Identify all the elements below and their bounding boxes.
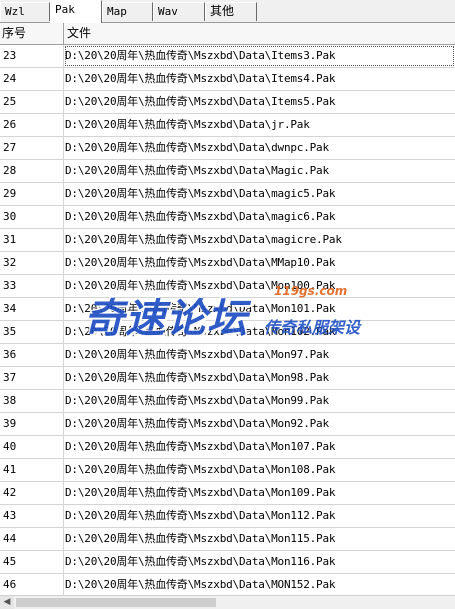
table-header: 序号 文件: [0, 23, 455, 45]
scroll-left-arrow-icon[interactable]: ◀: [0, 596, 14, 609]
row-index: 36: [0, 344, 64, 366]
row-index: 23: [0, 45, 64, 67]
row-file-path: D:\20\20周年\热血传奇\Mszxbd\Data\Mon97.Pak: [65, 348, 329, 361]
file-list[interactable]: 23 D:\20\20周年\热血传奇\Mszxbd\Data\Items3.Pak…: [0, 45, 455, 595]
table-row[interactable]: 27 D:\20\20周年\热血传奇\Mszxbd\Data\dwnpc.Pak: [0, 137, 455, 160]
row-file-path: D:\20\20周年\热血传奇\Mszxbd\Data\MMap10.Pak: [65, 256, 336, 269]
row-index: 26: [0, 114, 64, 136]
table-row[interactable]: 43 D:\20\20周年\热血传奇\Mszxbd\Data\Mon112.Pak: [0, 505, 455, 528]
row-index: 25: [0, 91, 64, 113]
table-row[interactable]: 42 D:\20\20周年\热血传奇\Mszxbd\Data\Mon109.Pak: [0, 482, 455, 505]
row-file-path: D:\20\20周年\热血传奇\Mszxbd\Data\Mon108.Pak: [65, 463, 336, 476]
row-file-path: D:\20\20周年\热血传奇\Mszxbd\Data\Mon109.Pak: [65, 486, 336, 499]
row-index: 27: [0, 137, 64, 159]
row-file-path: D:\20\20周年\热血传奇\Mszxbd\Data\Mon107.Pak: [65, 440, 336, 453]
tab-pak[interactable]: Pak: [50, 0, 102, 23]
table-row[interactable]: 33 D:\20\20周年\热血传奇\Mszxbd\Data\Mon100.Pak: [0, 275, 455, 298]
row-file-path: D:\20\20周年\热血传奇\Mszxbd\Data\Mon101.Pak: [65, 302, 336, 315]
table-row[interactable]: 41 D:\20\20周年\热血传奇\Mszxbd\Data\Mon108.Pak: [0, 459, 455, 482]
tab-wzl[interactable]: Wzl: [0, 2, 50, 21]
row-index: 38: [0, 390, 64, 412]
table-row[interactable]: 32 D:\20\20周年\热血传奇\Mszxbd\Data\MMap10.Pak: [0, 252, 455, 275]
row-file-path: D:\20\20周年\热血传奇\Mszxbd\Data\Mon112.Pak: [65, 509, 336, 522]
row-index: 24: [0, 68, 64, 90]
row-file-path: D:\20\20周年\热血传奇\Mszxbd\Data\Mon92.Pak: [65, 417, 329, 430]
row-file-path: D:\20\20周年\热血传奇\Mszxbd\Data\Mon116.Pak: [65, 555, 336, 568]
table-row[interactable]: 46 D:\20\20周年\热血传奇\Mszxbd\Data\MON152.Pak: [0, 574, 455, 595]
row-file-path: D:\20\20周年\热血传奇\Mszxbd\Data\dwnpc.Pak: [65, 141, 329, 154]
row-index: 35: [0, 321, 64, 343]
tab-map[interactable]: Map: [102, 2, 153, 21]
tab-label: Map: [107, 5, 127, 18]
row-file-path: D:\20\20周年\热血传奇\Mszxbd\Data\Items4.Pak: [65, 72, 336, 85]
row-index: 32: [0, 252, 64, 274]
row-index: 45: [0, 551, 64, 573]
row-index: 31: [0, 229, 64, 251]
table-row[interactable]: 35 D:\20\20周年\热血传奇\Mszxbd\Data\Mon102.Pak: [0, 321, 455, 344]
tab-label: Wzl: [5, 5, 25, 18]
row-file-path: D:\20\20周年\热血传奇\Mszxbd\Data\jr.Pak: [65, 118, 310, 131]
row-index: 33: [0, 275, 64, 297]
row-index: 40: [0, 436, 64, 458]
table-row[interactable]: 24 D:\20\20周年\热血传奇\Mszxbd\Data\Items4.Pak: [0, 68, 455, 91]
table-row[interactable]: 40 D:\20\20周年\热血传奇\Mszxbd\Data\Mon107.Pak: [0, 436, 455, 459]
tab-bar: Wzl Pak Map Wav 其他: [0, 0, 455, 23]
row-index: 46: [0, 574, 64, 595]
row-file-path: D:\20\20周年\热血传奇\Mszxbd\Data\Mon102.Pak: [65, 325, 336, 338]
table-row[interactable]: 38 D:\20\20周年\热血传奇\Mszxbd\Data\Mon99.Pak: [0, 390, 455, 413]
row-file-path: D:\20\20周年\热血传奇\Mszxbd\Data\MON152.Pak: [65, 578, 336, 591]
row-index: 39: [0, 413, 64, 435]
row-file-path: D:\20\20周年\热血传奇\Mszxbd\Data\magicre.Pak: [65, 233, 342, 246]
row-file-path: D:\20\20周年\热血传奇\Mszxbd\Data\Magic.Pak: [65, 164, 329, 177]
row-index: 44: [0, 528, 64, 550]
column-header-file[interactable]: 文件: [64, 23, 455, 44]
row-file-path: D:\20\20周年\热血传奇\Mszxbd\Data\Mon98.Pak: [65, 371, 329, 384]
row-file-path: D:\20\20周年\热血传奇\Mszxbd\Data\Mon115.Pak: [65, 532, 336, 545]
table-row[interactable]: 28 D:\20\20周年\热血传奇\Mszxbd\Data\Magic.Pak: [0, 160, 455, 183]
row-index: 30: [0, 206, 64, 228]
tab-label: Pak: [55, 3, 75, 16]
row-index: 41: [0, 459, 64, 481]
table-row[interactable]: 39 D:\20\20周年\热血传奇\Mszxbd\Data\Mon92.Pak: [0, 413, 455, 436]
row-file-path: D:\20\20周年\热血传奇\Mszxbd\Data\magic5.Pak: [65, 187, 336, 200]
row-index: 37: [0, 367, 64, 389]
horizontal-scrollbar[interactable]: ◀: [0, 595, 455, 609]
row-file-path: D:\20\20周年\热血传奇\Mszxbd\Data\Items5.Pak: [65, 95, 336, 108]
table-row[interactable]: 23 D:\20\20周年\热血传奇\Mszxbd\Data\Items3.Pak: [0, 45, 455, 68]
tab-wav[interactable]: Wav: [153, 2, 205, 21]
table-row[interactable]: 36 D:\20\20周年\热血传奇\Mszxbd\Data\Mon97.Pak: [0, 344, 455, 367]
table-row[interactable]: 45 D:\20\20周年\热血传奇\Mszxbd\Data\Mon116.Pak: [0, 551, 455, 574]
tab-label: 其他: [210, 4, 235, 18]
row-index: 42: [0, 482, 64, 504]
scrollbar-thumb[interactable]: [16, 598, 216, 607]
table-row[interactable]: 44 D:\20\20周年\热血传奇\Mszxbd\Data\Mon115.Pak: [0, 528, 455, 551]
row-index: 28: [0, 160, 64, 182]
row-file-path: D:\20\20周年\热血传奇\Mszxbd\Data\Items3.Pak: [64, 45, 455, 67]
table-row[interactable]: 31 D:\20\20周年\热血传奇\Mszxbd\Data\magicre.Pa…: [0, 229, 455, 252]
row-file-path: D:\20\20周年\热血传奇\Mszxbd\Data\Mon100.Pak: [65, 279, 336, 292]
table-row[interactable]: 34 D:\20\20周年\热血传奇\Mszxbd\Data\Mon101.Pak: [0, 298, 455, 321]
table-row[interactable]: 25 D:\20\20周年\热血传奇\Mszxbd\Data\Items5.Pak: [0, 91, 455, 114]
table-row[interactable]: 26 D:\20\20周年\热血传奇\Mszxbd\Data\jr.Pak: [0, 114, 455, 137]
tab-label: Wav: [158, 5, 178, 18]
tab-other[interactable]: 其他: [205, 2, 257, 21]
row-index: 29: [0, 183, 64, 205]
column-header-index[interactable]: 序号: [0, 23, 64, 44]
table-row[interactable]: 29 D:\20\20周年\热血传奇\Mszxbd\Data\magic5.Pak: [0, 183, 455, 206]
row-file-path: D:\20\20周年\热血传奇\Mszxbd\Data\Mon99.Pak: [65, 394, 329, 407]
table-row[interactable]: 30 D:\20\20周年\热血传奇\Mszxbd\Data\magic6.Pak: [0, 206, 455, 229]
table-row[interactable]: 37 D:\20\20周年\热血传奇\Mszxbd\Data\Mon98.Pak: [0, 367, 455, 390]
row-file-path: D:\20\20周年\热血传奇\Mszxbd\Data\magic6.Pak: [65, 210, 336, 223]
row-index: 43: [0, 505, 64, 527]
row-index: 34: [0, 298, 64, 320]
